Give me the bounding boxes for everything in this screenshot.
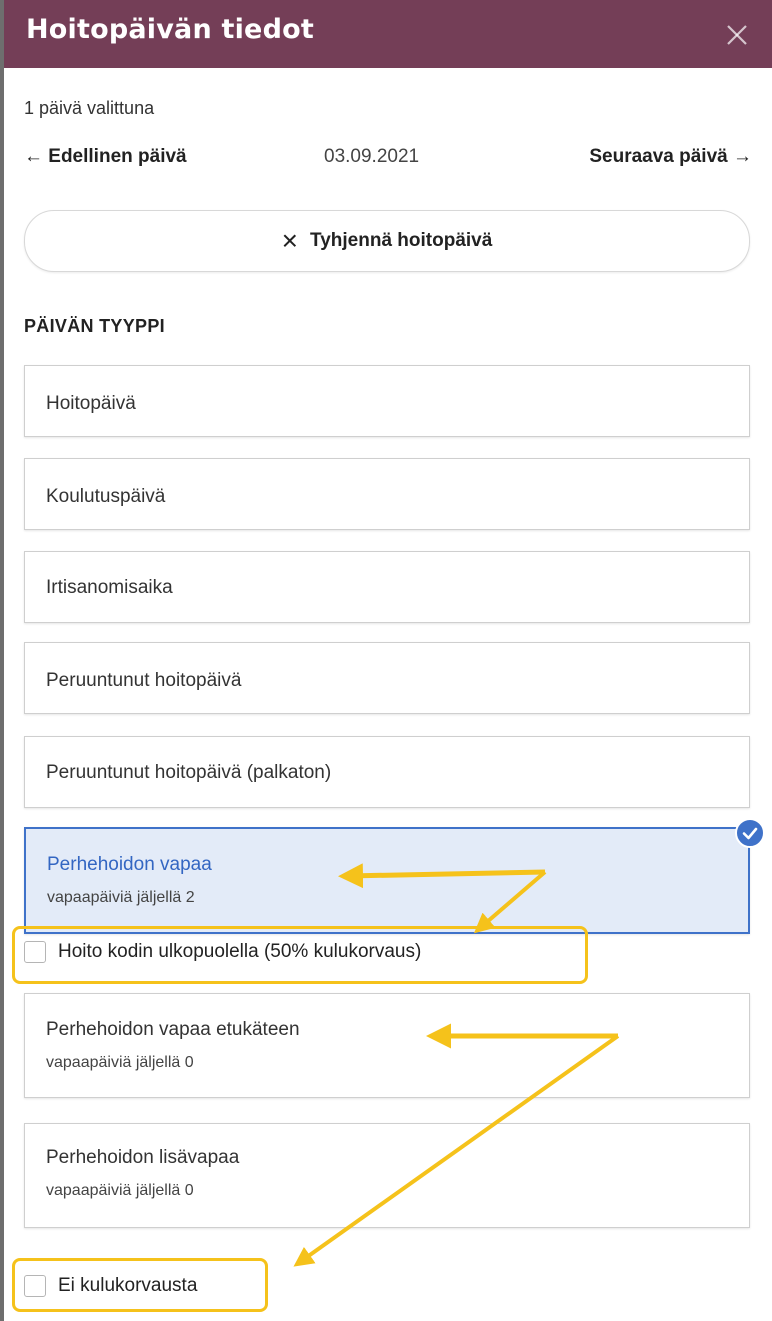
option-label: Perhehoidon vapaa [47, 854, 212, 875]
checkbox-label: Ei kulukorvausta [58, 1275, 198, 1296]
option-hoitopaiva[interactable]: Hoitopäivä [24, 365, 750, 437]
option-koulutuspaiva[interactable]: Koulutuspäivä [24, 458, 750, 530]
previous-day-link[interactable]: ← Edellinen päivä [24, 146, 187, 168]
option-perhehoidon-lisavapaa[interactable]: Perhehoidon lisävapaa vapaapäiviä jäljel… [24, 1123, 750, 1228]
checkbox-label: Hoito kodin ulkopuolella (50% kulukorvau… [58, 941, 422, 962]
option-label: Hoitopäivä [46, 393, 136, 414]
option-sublabel: vapaapäiviä jäljellä 0 [46, 1182, 194, 1199]
close-icon[interactable] [724, 22, 750, 48]
clear-day-label: Tyhjennä hoitopäivä [310, 230, 493, 251]
selected-check-icon [735, 818, 765, 848]
clear-icon: × [281, 225, 299, 256]
checkbox-ei-kulukorvausta[interactable]: Ei kulukorvausta [24, 1275, 197, 1297]
option-peruuntunut-palkaton[interactable]: Peruuntunut hoitopäivä (palkaton) [24, 736, 750, 808]
checkbox-box[interactable] [24, 1275, 46, 1297]
option-perhehoidon-vapaa-etukateen[interactable]: Perhehoidon vapaa etukäteen vapaapäiviä … [24, 993, 750, 1098]
day-type-heading: PÄIVÄN TYYPPI [24, 316, 165, 336]
option-label: Peruuntunut hoitopäivä [46, 670, 242, 691]
checkbox-hoito-kodin-ulkopuolella[interactable]: Hoito kodin ulkopuolella (50% kulukorvau… [24, 941, 421, 963]
next-day-link[interactable]: Seuraava päivä → [589, 146, 752, 168]
option-label: Peruuntunut hoitopäivä (palkaton) [46, 762, 332, 783]
dialog-header: Hoitopäivän tiedot [4, 0, 772, 68]
option-perhehoidon-vapaa[interactable]: Perhehoidon vapaa vapaapäiviä jäljellä 2 [24, 827, 750, 934]
option-label: Perhehoidon vapaa etukäteen [46, 1019, 300, 1040]
dialog-title: Hoitopäivän tiedot [26, 14, 314, 45]
option-label: Irtisanomisaika [46, 577, 173, 598]
window-edge [0, 0, 4, 1321]
option-sublabel: vapaapäiviä jäljellä 2 [47, 889, 195, 906]
day-navigation: ← Edellinen päivä 03.09.2021 Seuraava pä… [24, 146, 752, 174]
option-label: Perhehoidon lisävapaa [46, 1147, 240, 1168]
option-irtisanomisaika[interactable]: Irtisanomisaika [24, 551, 750, 623]
option-peruuntunut-hoitopaiva[interactable]: Peruuntunut hoitopäivä [24, 642, 750, 714]
option-sublabel: vapaapäiviä jäljellä 0 [46, 1054, 194, 1071]
selected-days-count: 1 päivä valittuna [24, 98, 155, 118]
checkbox-box[interactable] [24, 941, 46, 963]
current-date: 03.09.2021 [324, 146, 420, 167]
option-label: Koulutuspäivä [46, 486, 166, 507]
clear-day-button[interactable]: × Tyhjennä hoitopäivä [24, 210, 750, 272]
